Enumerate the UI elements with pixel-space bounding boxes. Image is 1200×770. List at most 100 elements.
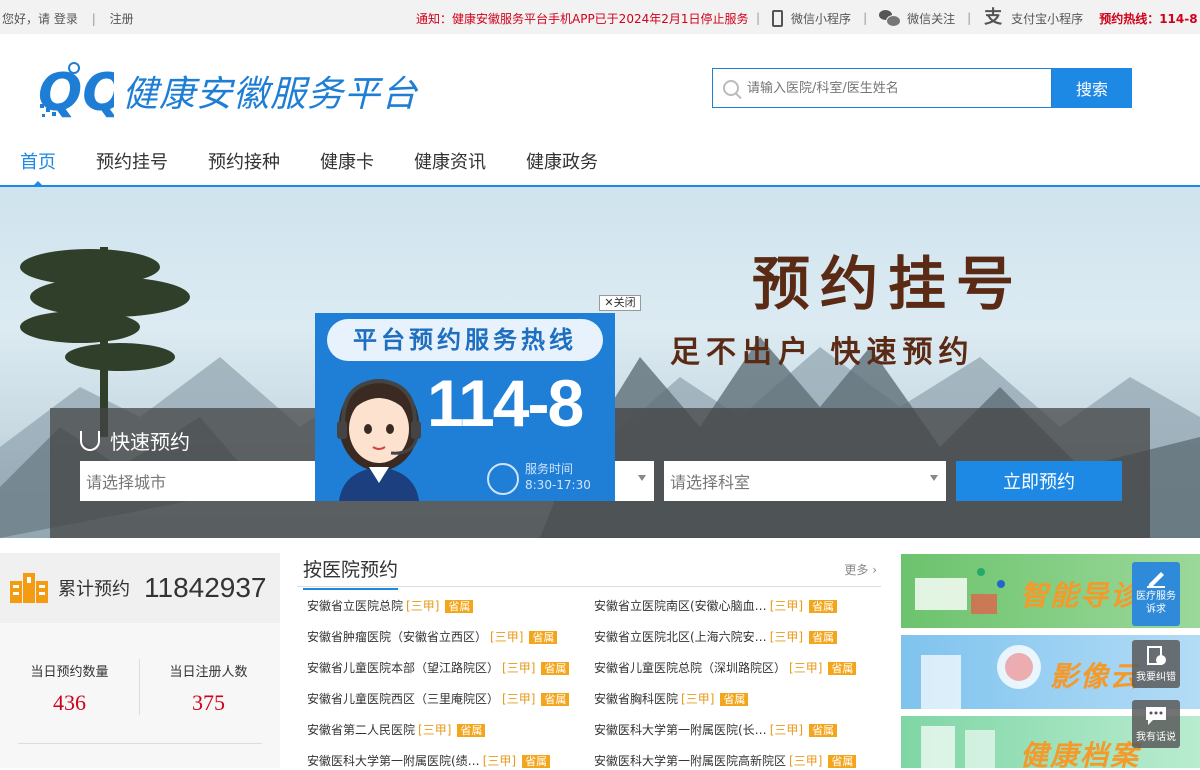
- department-select-label: 请选择科室: [670, 473, 751, 492]
- hospital-item[interactable]: 安徽省立医院总院 [三甲] 省属: [307, 597, 594, 615]
- feedback-label: 我有话说: [1136, 732, 1176, 743]
- hospital-tag-badge: 省属: [720, 693, 749, 706]
- divider: |: [967, 11, 972, 25]
- hospital-name: 安徽医科大学第一附属医院(绩…: [307, 754, 480, 768]
- hospital-name: 安徽省立医院总院: [307, 599, 404, 613]
- hospital-grade: [三甲]: [681, 692, 715, 706]
- login-area: 您好，请 登录 | 注册: [2, 10, 134, 27]
- greeting-text: 您好，请: [2, 12, 51, 26]
- total-appointments-label: 累计预约: [58, 579, 130, 600]
- today-registrations-label: 当日注册人数: [169, 665, 248, 680]
- service-time-value: 8:30-17:30: [525, 478, 591, 492]
- total-appointments-value: 11842937: [144, 572, 267, 603]
- hospital-building-icon: [10, 573, 48, 603]
- hospital-item[interactable]: 安徽医科大学第一附属医院高新院区 [三甲] 省属: [594, 752, 881, 770]
- today-appointments-value: 436: [53, 690, 86, 715]
- hospital-tag-badge: 省属: [809, 600, 838, 613]
- search-icon: [723, 80, 739, 96]
- search-input[interactable]: [747, 80, 1027, 96]
- hospital-grade: [三甲]: [502, 661, 536, 675]
- clock-icon: [487, 463, 519, 495]
- notice-text[interactable]: 通知：健康安徽服务平台手机APP已于2024年2月1日停止服务: [416, 10, 749, 27]
- hospital-list: 安徽省立医院总院 [三甲] 省属 安徽省立医院南区(安徽心脑血… [三甲] 省属 安徽省肿瘤…: [307, 597, 881, 770]
- hospital-item[interactable]: 安徽省第二人民医院 [三甲] 省属: [307, 721, 594, 739]
- more-link-text: 更多: [844, 563, 869, 577]
- city-select[interactable]: 请选择城市: [80, 461, 344, 501]
- banner-title: 预约挂号: [752, 250, 1025, 318]
- wechat-follow-label: 微信关注: [907, 11, 956, 26]
- complaint-button-label: 医疗服务诉求: [1136, 591, 1176, 615]
- book-now-button[interactable]: 立即预约: [956, 461, 1122, 501]
- hospital-tag-badge: 省属: [809, 631, 838, 644]
- department-select[interactable]: 请选择科室: [664, 461, 946, 501]
- nav-vaccination[interactable]: 预约接种: [208, 144, 280, 185]
- hospital-name: 安徽省儿童医院西区（三里庵院区）: [307, 692, 500, 706]
- search-button[interactable]: 搜索: [1052, 68, 1132, 108]
- hospital-name: 安徽医科大学第一附属医院高新院区: [594, 754, 787, 768]
- hospital-item[interactable]: 安徽省立医院南区(安徽心脑血… [三甲] 省属: [594, 597, 881, 615]
- hospital-item[interactable]: 安徽医科大学第一附属医院(长… [三甲] 省属: [594, 721, 881, 739]
- hospital-name: 安徽省立医院北区(上海六院安…: [594, 630, 767, 644]
- wechat-follow-link[interactable]: 微信关注: [879, 10, 955, 27]
- more-link[interactable]: 更多 ›: [844, 561, 877, 578]
- customer-service-agent-icon: [337, 378, 421, 501]
- chat-bubble-icon: [1145, 706, 1167, 726]
- register-link[interactable]: 注册: [110, 12, 134, 26]
- hospital-item[interactable]: 安徽省儿童医院总院（深圳路院区） [三甲] 省属: [594, 659, 881, 677]
- hospital-tag-badge: 省属: [541, 662, 570, 675]
- image-cloud-illustration-icon: [921, 645, 1041, 709]
- divider: |: [756, 11, 761, 25]
- city-select-label: 请选择城市: [86, 473, 167, 492]
- feedback-button[interactable]: 我有话说: [1132, 700, 1180, 748]
- hospital-name: 安徽省儿童医院本部（望江路院区）: [307, 661, 500, 675]
- hospital-tag-badge: 省属: [445, 600, 474, 613]
- hospital-tag-badge: 省属: [828, 662, 857, 675]
- hotline-popup[interactable]: 平台预约服务热线 114-8 服务时间 8:30-17:30: [315, 313, 615, 501]
- hospital-item[interactable]: 安徽省胸科医院 [三甲] 省属: [594, 690, 881, 708]
- daily-stats: 当日预约数量 436 当日注册人数 375: [0, 661, 280, 716]
- banner-subtitle: 足不出户 快速预约: [670, 335, 975, 370]
- report-error-label: 我要纠错: [1136, 672, 1176, 683]
- divider: [139, 659, 140, 715]
- hospital-name: 安徽省儿童医院总院（深圳路院区）: [594, 661, 787, 675]
- hospital-grade: [三甲]: [789, 661, 823, 675]
- report-error-button[interactable]: 我要纠错: [1132, 640, 1180, 688]
- nav-health-card[interactable]: 健康卡: [320, 144, 374, 185]
- alipay-mini-label: 支付宝小程序: [1011, 11, 1084, 26]
- service-time-block: 服务时间 8:30-17:30: [525, 461, 591, 493]
- document-error-icon: [1145, 646, 1167, 666]
- health-records-illustration-icon: [921, 726, 995, 768]
- top-bar: 您好，请 登录 | 注册 通知：健康安徽服务平台手机APP已于2024年2月1日…: [0, 0, 1200, 34]
- nav-health-news[interactable]: 健康资讯: [414, 144, 486, 185]
- hospital-tag-badge: 省属: [457, 724, 486, 737]
- hospital-list-section: 按医院预约 更多 › 安徽省立医院总院 [三甲] 省属 安徽省立医院南区(安徽心脑血……: [297, 553, 881, 768]
- hospital-item[interactable]: 安徽省儿童医院本部（望江路院区） [三甲] 省属: [307, 659, 594, 677]
- hospital-item[interactable]: 安徽省儿童医院西区（三里庵院区） [三甲] 省属: [307, 690, 594, 708]
- logo-text: 健康安徽服务平台: [122, 74, 419, 115]
- hospital-grade: [三甲]: [769, 630, 804, 644]
- hotline-text: 预约热线：114-8: [1099, 11, 1198, 26]
- hospital-tag-badge: 省属: [541, 693, 570, 706]
- hospital-tag-badge: 省属: [522, 755, 551, 768]
- hospital-item[interactable]: 安徽省立医院北区(上海六院安… [三甲] 省属: [594, 628, 881, 646]
- stats-panel: 累计预约 11842937 当日预约数量 436 当日注册人数 375: [0, 553, 280, 768]
- stethoscope-icon: [80, 430, 100, 451]
- login-link[interactable]: 登录: [54, 12, 78, 26]
- site-logo[interactable]: QQ 健康安徽服务平台: [36, 58, 418, 124]
- alipay-icon: 支: [984, 7, 1003, 28]
- popup-close-button[interactable]: ✕关闭: [599, 295, 641, 311]
- header: QQ 健康安徽服务平台 搜索: [0, 34, 1200, 144]
- alipay-mini-program-link[interactable]: 支 支付宝小程序: [983, 8, 1083, 28]
- health-records-title: 健康档案: [1019, 739, 1140, 768]
- hospital-item[interactable]: 安徽省肿瘤医院（安徽省立西区） [三甲] 省属: [307, 628, 594, 646]
- wechat-mini-program-link[interactable]: 微信小程序: [772, 9, 851, 27]
- quick-title-text: 快速预约: [110, 430, 190, 454]
- divider: |: [863, 11, 868, 25]
- hospital-grade: [三甲]: [789, 754, 823, 768]
- medical-service-complaint-button[interactable]: 医疗服务诉求: [1132, 562, 1180, 626]
- nav-appointment[interactable]: 预约挂号: [96, 144, 168, 185]
- hospital-grade: [三甲]: [769, 723, 804, 737]
- hospital-item[interactable]: 安徽医科大学第一附属医院(绩… [三甲] 省属: [307, 752, 594, 770]
- nav-home[interactable]: 首页: [20, 144, 56, 187]
- nav-health-affairs[interactable]: 健康政务: [526, 144, 598, 185]
